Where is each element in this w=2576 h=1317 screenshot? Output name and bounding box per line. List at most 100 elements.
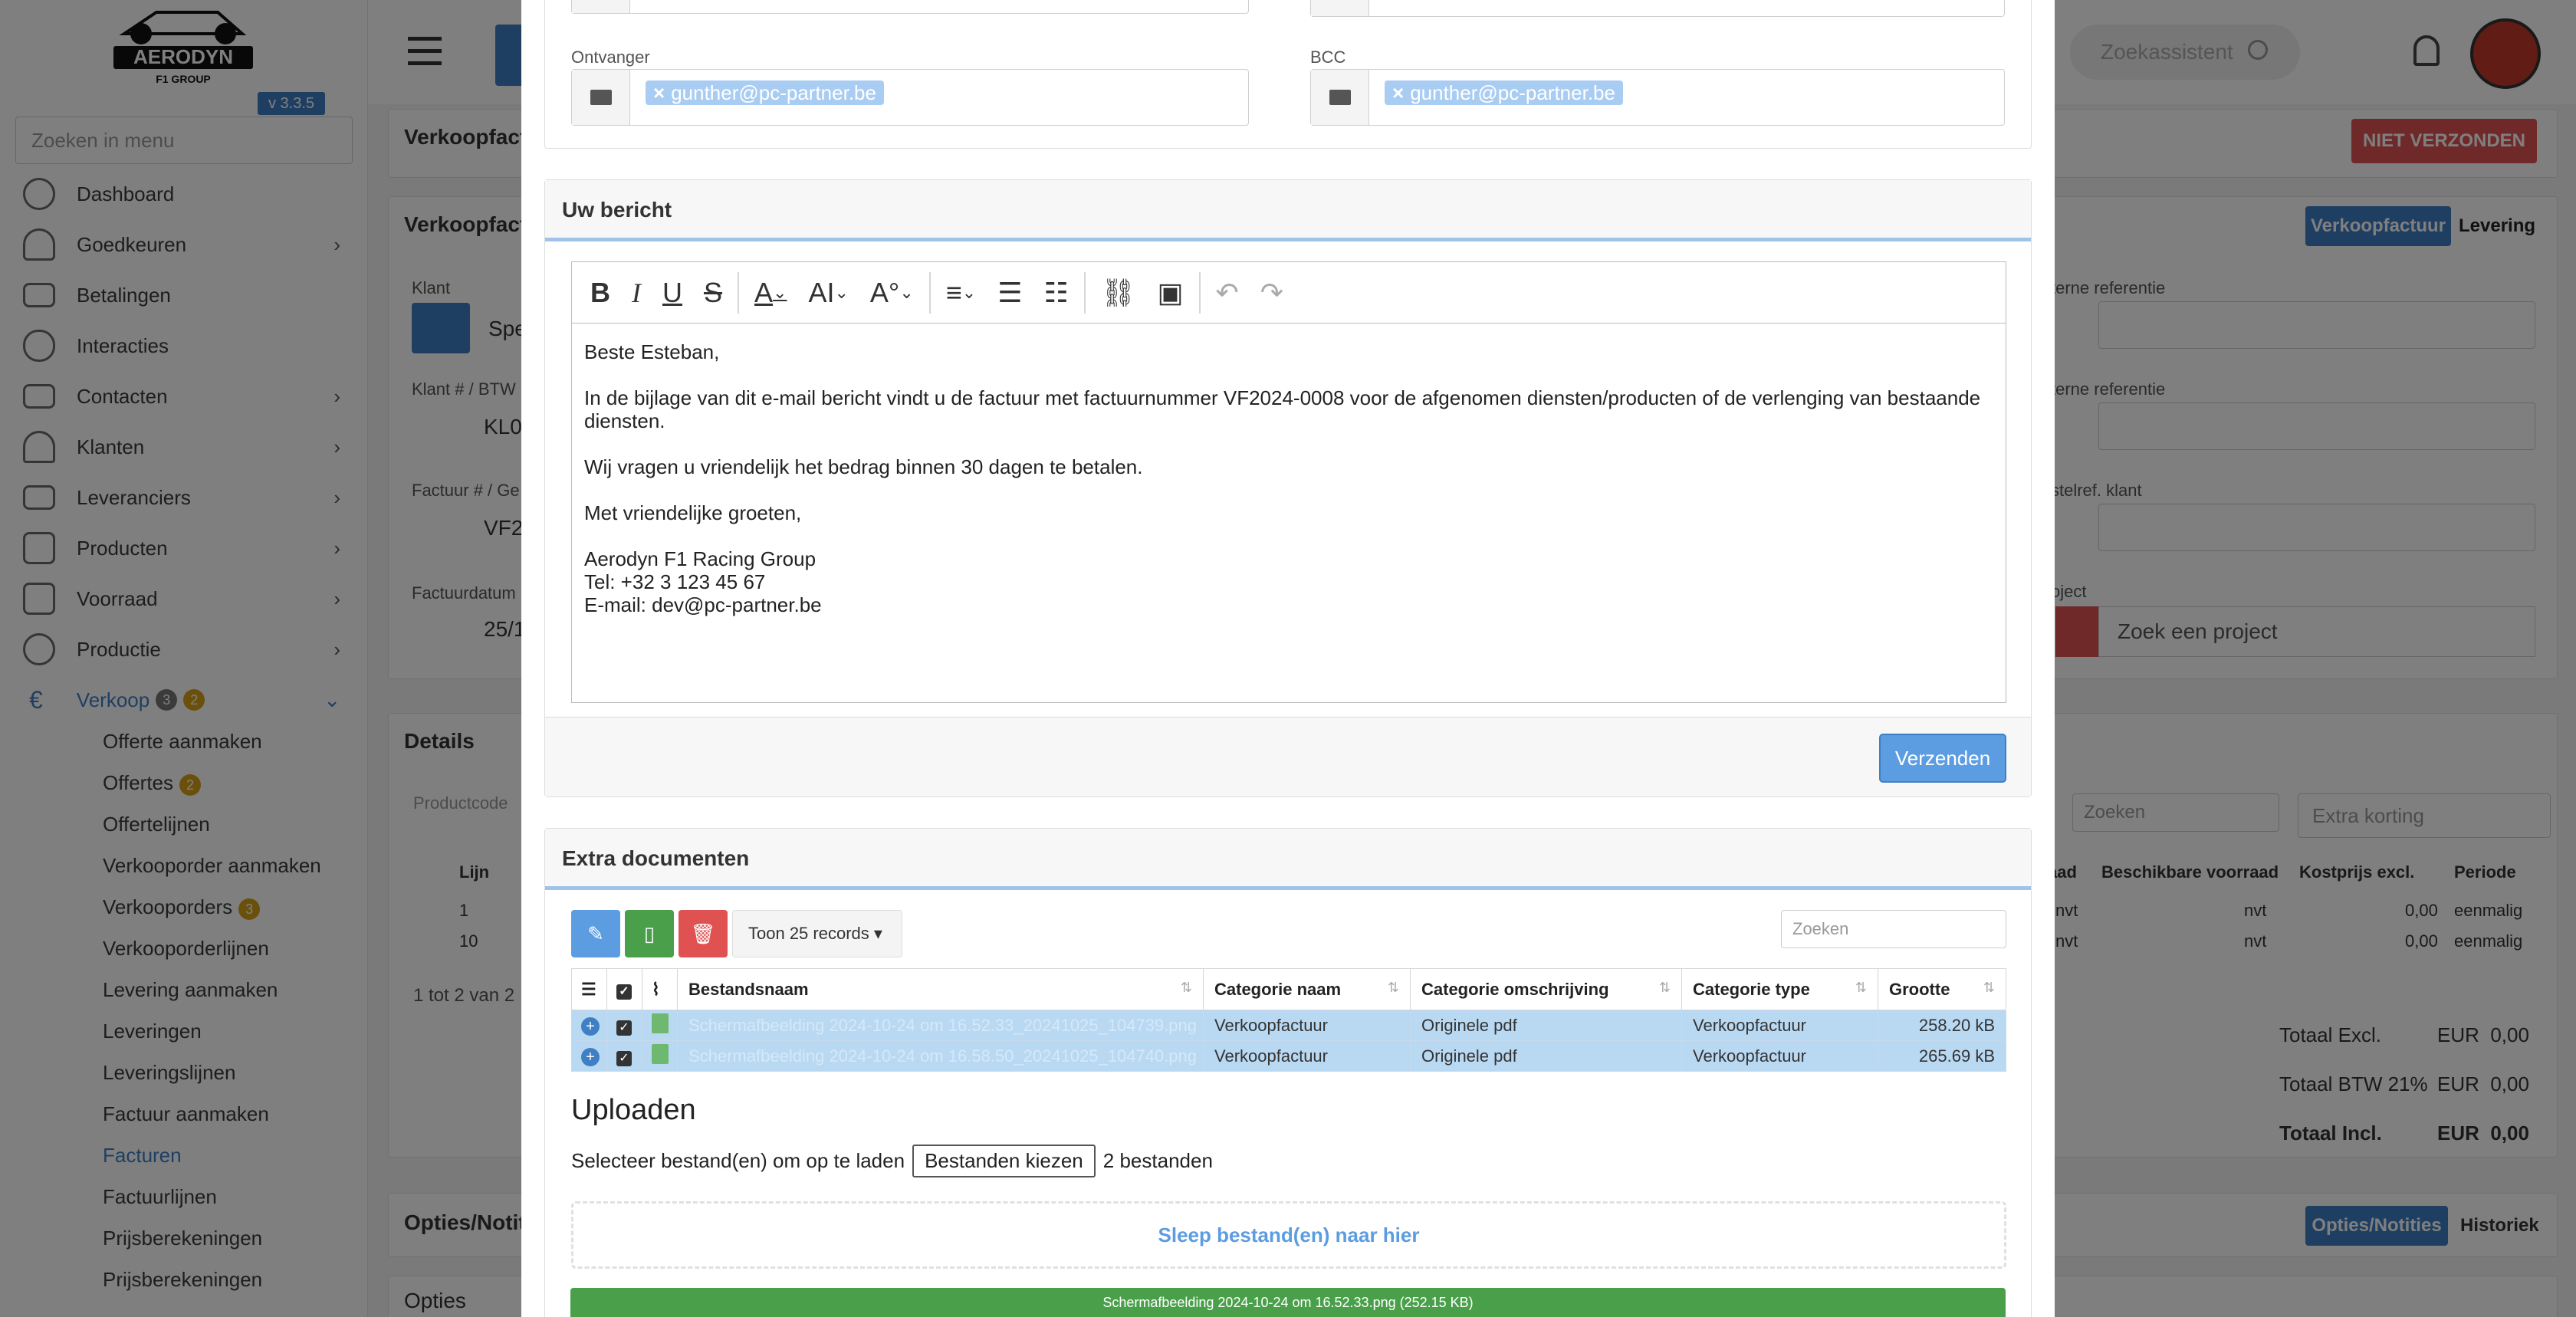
trash-icon: 🗑	[690, 921, 716, 945]
column-header-bestandsnaam[interactable]: Bestandsnaam ⇅	[677, 968, 1204, 1010]
bullet-list-icon[interactable]: ☰	[987, 270, 1033, 316]
category-type: Verkoopfactuur	[1681, 1040, 1878, 1072]
undo-icon[interactable]: ↶	[1205, 270, 1250, 316]
message-footer	[545, 717, 2031, 796]
checkbox-checked-icon: ✓	[616, 984, 632, 1000]
editor-toolbar: B I U S A ⌄ AI ⌄ A° ⌄ ≡ ⌄ ☰ ☷ ⛓ ▣ ↶ ↷	[571, 261, 2006, 323]
image-file-icon	[652, 1043, 669, 1064]
edit-button[interactable]: ✎	[571, 910, 620, 957]
italic-icon[interactable]: I	[621, 270, 652, 316]
checkbox-checked-icon: ✓	[616, 1020, 632, 1036]
expand-cell[interactable]: +	[571, 1010, 607, 1041]
list-icon-header[interactable]: ☰	[571, 968, 607, 1010]
underline-icon[interactable]: U	[652, 270, 693, 316]
file-name[interactable]: Schermafbeelding 2024-10-24 om 16.58.50_…	[677, 1040, 1204, 1072]
row-checkbox[interactable]: ✓	[606, 1010, 642, 1041]
recipient-email: gunther@pc-partner.be	[671, 81, 876, 104]
redo-icon[interactable]: ↷	[1250, 270, 1294, 316]
toolbar-separator	[928, 271, 931, 314]
section-title: Uw bericht	[545, 180, 2031, 241]
select-all-checkbox[interactable]: ✓	[606, 968, 642, 1010]
column-header-categorie-naam[interactable]: Categorie naam ⇅	[1203, 968, 1411, 1010]
remove-tag-icon[interactable]: ×	[1392, 81, 1404, 104]
toolbar-separator	[738, 271, 740, 314]
message-body: Wij vragen u vriendelijk het bedrag binn…	[584, 455, 1143, 478]
font-size-icon[interactable]: AI ⌄	[797, 270, 859, 316]
ontvanger-field[interactable]: × gunther@pc-partner.be	[571, 69, 1249, 126]
choose-files-button[interactable]: Bestanden kiezen	[912, 1145, 1096, 1177]
field-addon	[572, 70, 630, 125]
upload-progress-label: Schermafbeelding 2024-10-24 om 16.52.33.…	[1102, 1295, 1474, 1310]
plus-circle-icon: +	[581, 1016, 600, 1036]
page-size-dropdown[interactable]: Toon 25 records ▾	[732, 910, 902, 957]
link-icon[interactable]: ⛓	[1090, 270, 1147, 316]
align-left-icon[interactable]: ≡ ⌄	[935, 270, 987, 316]
documents-table: ☰ ✓ ⌇ Bestandsnaam ⇅ Categorie naam ⇅ Cate…	[571, 968, 2006, 1072]
new-document-button[interactable]: ▯	[625, 910, 674, 957]
sort-icon: ⇅	[1387, 980, 1399, 995]
select-files-label: Selecteer bestand(en) om op te laden	[571, 1149, 905, 1172]
chosen-files-count: 2 bestanden	[1102, 1149, 1213, 1172]
extra-documents-section: Extra documenten ✎ ▯ 🗑 Toon 25 records ▾…	[544, 828, 2032, 1317]
field-addon	[1311, 0, 1369, 16]
edit-icon: ✎	[587, 921, 604, 945]
category-name: Verkoopfactuur	[1203, 1040, 1411, 1072]
column-header-categorie-type[interactable]: Categorie type ⇅	[1681, 968, 1878, 1010]
message-closing: Met vriendelijke groeten,	[584, 501, 802, 524]
column-header-label: Grootte	[1889, 979, 1950, 999]
send-button[interactable]: Verzenden	[1879, 734, 2006, 783]
strikethrough-icon[interactable]: S	[693, 270, 733, 316]
numbered-list-icon[interactable]: ☷	[1033, 270, 1079, 316]
message-body: In de bijlage van dit e-mail bericht vin…	[584, 386, 1981, 432]
sender-field[interactable]	[571, 0, 1249, 14]
recipient-tag[interactable]: × gunther@pc-partner.be	[646, 80, 884, 105]
file-icon: ▯	[643, 921, 656, 945]
field-addon	[572, 0, 630, 13]
signature-line: Tel: +32 3 123 45 67	[584, 570, 766, 593]
paperclip-icon[interactable]: ⌇	[642, 968, 678, 1010]
documents-search-input[interactable]: Zoeken	[1781, 910, 2006, 948]
image-file-icon	[652, 1013, 669, 1033]
file-chooser-row: Selecteer bestand(en) om op te laden Bes…	[571, 1145, 1213, 1177]
toolbar-separator	[1083, 271, 1086, 314]
caret-down-icon: ▾	[873, 924, 882, 943]
text-style-icon[interactable]: A° ⌄	[859, 270, 925, 316]
cc-field[interactable]	[1310, 0, 2005, 17]
file-type-cell	[642, 1040, 678, 1072]
column-header-label: Bestandsnaam	[688, 979, 809, 999]
column-header-label: Categorie omschrijving	[1421, 979, 1609, 999]
font-color-icon[interactable]: A ⌄	[744, 270, 797, 316]
signature-line: Aerodyn F1 Racing Group	[584, 547, 816, 570]
message-section: Uw bericht B I U S A ⌄ AI ⌄ A° ⌄ ≡ ⌄ ☰ ☷…	[544, 179, 2032, 797]
bcc-label: BCC	[1310, 48, 1346, 67]
toolbar-separator	[1198, 271, 1201, 314]
upload-progress-bar: Schermafbeelding 2024-10-24 om 16.52.33.…	[570, 1288, 2006, 1317]
column-header-grootte[interactable]: Grootte ⇅	[1878, 968, 2006, 1010]
upload-title: Uploaden	[571, 1094, 696, 1126]
bold-icon[interactable]: B	[580, 270, 621, 316]
delete-button[interactable]: 🗑	[678, 910, 728, 957]
file-size: 258.20 kB	[1878, 1010, 2006, 1041]
envelope-icon	[590, 90, 612, 105]
bcc-field[interactable]: × gunther@pc-partner.be	[1310, 69, 2005, 126]
bcc-tag[interactable]: × gunther@pc-partner.be	[1385, 80, 1623, 105]
expand-cell[interactable]: +	[571, 1040, 607, 1072]
bcc-email: gunther@pc-partner.be	[1410, 81, 1615, 104]
image-icon[interactable]: ▣	[1147, 270, 1194, 316]
file-drop-zone[interactable]: Sleep bestand(en) naar hier	[571, 1201, 2006, 1269]
category-description: Originele pdf	[1410, 1010, 1682, 1041]
table-row[interactable]: + ✓ Schermafbeelding 2024-10-24 om 16.52…	[571, 1010, 2006, 1041]
envelope-icon	[1329, 90, 1351, 105]
message-greeting: Beste Esteban,	[584, 340, 720, 363]
category-description: Originele pdf	[1410, 1040, 1682, 1072]
row-checkbox[interactable]: ✓	[606, 1040, 642, 1072]
file-type-cell	[642, 1010, 678, 1041]
column-header-categorie-omschrijving[interactable]: Categorie omschrijving ⇅	[1410, 968, 1682, 1010]
remove-tag-icon[interactable]: ×	[653, 81, 665, 104]
table-row[interactable]: + ✓ Schermafbeelding 2024-10-24 om 16.58…	[571, 1040, 2006, 1072]
category-type: Verkoopfactuur	[1681, 1010, 1878, 1041]
message-editor[interactable]: Beste Esteban, In de bijlage van dit e-m…	[571, 323, 2006, 703]
sort-icon: ⇅	[1983, 980, 1995, 995]
file-name[interactable]: Schermafbeelding 2024-10-24 om 16.52.33_…	[677, 1010, 1204, 1041]
sort-icon: ⇅	[1180, 980, 1192, 995]
